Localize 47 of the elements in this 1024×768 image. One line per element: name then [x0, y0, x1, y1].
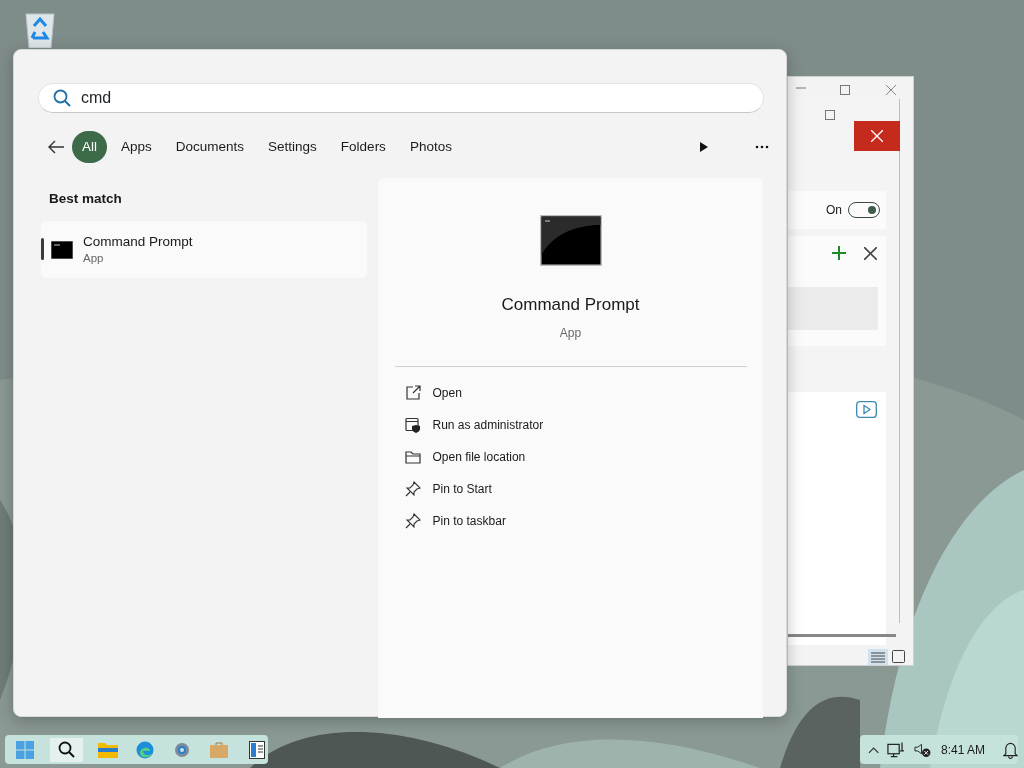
maximize-icon[interactable] [825, 110, 835, 120]
action-link[interactable]: Open [394, 376, 747, 409]
open-external-icon [404, 384, 421, 401]
play-icon[interactable] [699, 141, 709, 153]
result-name: Command Prompt [83, 233, 193, 250]
pin-icon [404, 480, 421, 497]
action-link[interactable]: Pin to taskbar [394, 504, 747, 537]
speaker-muted-icon[interactable] [914, 741, 931, 758]
app-title: Command Prompt [501, 294, 640, 316]
search-icon [57, 741, 75, 758]
notification-bell-icon[interactable] [1003, 740, 1018, 759]
filter-tab[interactable]: Settings [258, 131, 327, 163]
clock[interactable]: 8:41 AM [938, 740, 987, 759]
result-type: App [83, 251, 105, 266]
chevron-up-icon[interactable] [868, 745, 880, 754]
close-icon [871, 130, 883, 142]
folder-icon [404, 448, 421, 465]
search-button[interactable] [50, 737, 83, 762]
section-heading: Best match [49, 190, 122, 208]
search-field[interactable]: cmd [38, 83, 764, 113]
input-field[interactable] [788, 287, 878, 330]
recycle-bin-icon[interactable] [22, 10, 58, 48]
search-icon [53, 89, 71, 107]
toggle-label: On [826, 202, 842, 219]
scroll-bar[interactable] [788, 634, 896, 637]
terminal-icon [51, 240, 73, 259]
search-result[interactable]: Command Prompt App [41, 221, 367, 278]
action-link[interactable]: Pin to Start [394, 472, 747, 505]
action-link[interactable]: Open file location [394, 440, 747, 473]
network-icon[interactable] [887, 740, 907, 759]
maximize-icon[interactable] [840, 85, 850, 95]
shield-window-icon [404, 416, 421, 433]
close-icon[interactable] [864, 247, 877, 260]
app-type: App [559, 324, 582, 342]
add-icon[interactable] [832, 246, 846, 260]
filter-tab[interactable]: Apps [111, 131, 162, 163]
terminal-icon [539, 215, 602, 266]
pin-icon [404, 512, 421, 529]
filter-tab[interactable]: Photos [399, 131, 462, 163]
filter-tab[interactable]: Folders [330, 131, 396, 163]
more-icon[interactable] [755, 145, 769, 149]
page-view-icon[interactable] [892, 650, 905, 663]
action-link[interactable]: Run as administrator [394, 408, 747, 441]
close-button[interactable] [854, 121, 900, 151]
filter-tab[interactable]: Documents [165, 131, 255, 163]
filter-tab[interactable]: All [72, 131, 107, 163]
windows-icon [15, 740, 34, 759]
